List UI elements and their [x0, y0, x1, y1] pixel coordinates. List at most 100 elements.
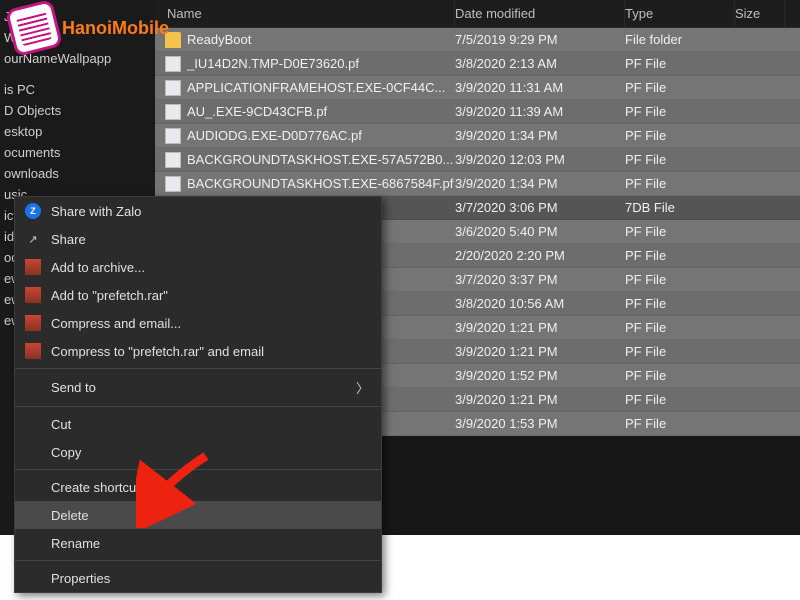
sidebar-item[interactable]: ourNameWallpapp	[0, 48, 155, 69]
menu-separator	[15, 560, 381, 561]
file-icon	[165, 56, 181, 72]
sidebar-item[interactable]: esktop	[0, 121, 155, 142]
blank-icon	[25, 535, 41, 551]
file-name: APPLICATIONFRAMEHOST.EXE-0CF44C...	[187, 80, 455, 95]
file-date: 3/9/2020 11:31 AM	[455, 80, 625, 95]
file-type: PF File	[625, 104, 735, 119]
file-type: PF File	[625, 176, 735, 191]
file-name: BACKGROUNDTASKHOST.EXE-6867584F.pf	[187, 176, 455, 191]
column-header-name[interactable]: Name	[155, 0, 455, 27]
blank-icon	[25, 479, 41, 495]
menu-share[interactable]: ↗ Share	[15, 225, 381, 253]
menu-cut[interactable]: Cut	[15, 410, 381, 438]
file-row[interactable]: BACKGROUNDTASKHOST.EXE-57A572B0...3/9/20…	[155, 148, 800, 172]
file-row[interactable]: AUDIODG.EXE-D0D776AC.pf3/9/2020 1:34 PMP…	[155, 124, 800, 148]
menu-label: Send to	[51, 380, 346, 395]
blank-icon	[25, 380, 41, 396]
file-type: 7DB File	[625, 200, 735, 215]
sidebar-item[interactable]: WebD	[0, 27, 155, 48]
file-type: PF File	[625, 392, 735, 407]
file-date: 2/20/2020 2:20 PM	[455, 248, 625, 263]
file-type: PF File	[625, 296, 735, 311]
menu-label: Delete	[51, 508, 369, 523]
column-header-size[interactable]: Size	[735, 0, 785, 27]
zalo-icon: Z	[25, 203, 41, 219]
sidebar-item[interactable]: D Objects	[0, 100, 155, 121]
menu-separator	[15, 368, 381, 369]
file-date: 3/9/2020 1:34 PM	[455, 176, 625, 191]
blank-icon	[25, 570, 41, 586]
file-icon	[165, 152, 181, 168]
file-row[interactable]: BACKGROUNDTASKHOST.EXE-6867584F.pf3/9/20…	[155, 172, 800, 196]
file-name: BACKGROUNDTASKHOST.EXE-57A572B0...	[187, 152, 455, 167]
menu-label: Compress and email...	[51, 316, 369, 331]
menu-label: Compress to "prefetch.rar" and email	[51, 344, 369, 359]
menu-label: Share	[51, 232, 369, 247]
sidebar-item[interactable]: ocuments	[0, 142, 155, 163]
menu-label: Add to "prefetch.rar"	[51, 288, 369, 303]
menu-label: Cut	[51, 417, 369, 432]
file-name: AU_.EXE-9CD43CFB.pf	[187, 104, 455, 119]
menu-add-prefetch-rar[interactable]: Add to "prefetch.rar"	[15, 281, 381, 309]
file-row[interactable]: APPLICATIONFRAMEHOST.EXE-0CF44C...3/9/20…	[155, 76, 800, 100]
blank-icon	[25, 507, 41, 523]
file-type: PF File	[625, 344, 735, 359]
file-date: 3/9/2020 1:53 PM	[455, 416, 625, 431]
menu-separator	[15, 406, 381, 407]
file-date: 3/8/2020 10:56 AM	[455, 296, 625, 311]
file-date: 3/9/2020 1:52 PM	[455, 368, 625, 383]
file-row[interactable]: ReadyBoot7/5/2019 9:29 PMFile folder	[155, 28, 800, 52]
menu-label: Rename	[51, 536, 369, 551]
file-date: 3/9/2020 12:03 PM	[455, 152, 625, 167]
menu-compress-prefetch-email[interactable]: Compress to "prefetch.rar" and email	[15, 337, 381, 365]
file-date: 3/7/2020 3:37 PM	[455, 272, 625, 287]
menu-label: Create shortcut	[51, 480, 369, 495]
menu-share-zalo[interactable]: Z Share with Zalo	[15, 197, 381, 225]
file-type: PF File	[625, 272, 735, 287]
menu-compress-email[interactable]: Compress and email...	[15, 309, 381, 337]
chevron-right-icon: 〉	[356, 378, 369, 397]
menu-properties[interactable]: Properties	[15, 564, 381, 592]
winrar-icon	[25, 315, 41, 331]
file-date: 3/9/2020 1:34 PM	[455, 128, 625, 143]
file-type: PF File	[625, 224, 735, 239]
file-type: File folder	[625, 32, 735, 47]
file-icon	[165, 176, 181, 192]
file-row[interactable]: AU_.EXE-9CD43CFB.pf3/9/2020 11:39 AMPF F…	[155, 100, 800, 124]
file-date: 3/7/2020 3:06 PM	[455, 200, 625, 215]
sidebar-item-this-pc[interactable]: is PC	[0, 79, 155, 100]
file-type: PF File	[625, 368, 735, 383]
menu-rename[interactable]: Rename	[15, 529, 381, 557]
file-type: PF File	[625, 56, 735, 71]
file-date: 7/5/2019 9:29 PM	[455, 32, 625, 47]
menu-separator	[15, 469, 381, 470]
file-icon	[165, 80, 181, 96]
menu-send-to[interactable]: Send to 〉	[15, 372, 381, 403]
winrar-icon	[25, 287, 41, 303]
menu-add-archive[interactable]: Add to archive...	[15, 253, 381, 281]
file-row[interactable]: _IU14D2N.TMP-D0E73620.pf3/8/2020 2:13 AM…	[155, 52, 800, 76]
menu-delete[interactable]: Delete	[15, 501, 381, 529]
file-date: 3/9/2020 11:39 AM	[455, 104, 625, 119]
blank-icon	[25, 444, 41, 460]
file-date: 3/9/2020 1:21 PM	[455, 344, 625, 359]
menu-label: Properties	[51, 571, 369, 586]
column-header-date[interactable]: Date modified	[455, 0, 625, 27]
sidebar-item[interactable]: ownloads	[0, 163, 155, 184]
menu-create-shortcut[interactable]: Create shortcut	[15, 473, 381, 501]
file-name: ReadyBoot	[187, 32, 455, 47]
folder-icon	[165, 32, 181, 48]
column-header-row: Name Date modified Type Size	[155, 0, 800, 28]
file-type: PF File	[625, 152, 735, 167]
menu-copy[interactable]: Copy	[15, 438, 381, 466]
sidebar-item[interactable]: Jnity	[0, 6, 155, 27]
file-date: 3/9/2020 1:21 PM	[455, 392, 625, 407]
file-type: PF File	[625, 416, 735, 431]
file-type: PF File	[625, 128, 735, 143]
winrar-icon	[25, 259, 41, 275]
context-menu: Z Share with Zalo ↗ Share Add to archive…	[14, 196, 382, 593]
column-header-type[interactable]: Type	[625, 0, 735, 27]
file-name: _IU14D2N.TMP-D0E73620.pf	[187, 56, 455, 71]
menu-label: Share with Zalo	[51, 204, 369, 219]
menu-label: Copy	[51, 445, 369, 460]
